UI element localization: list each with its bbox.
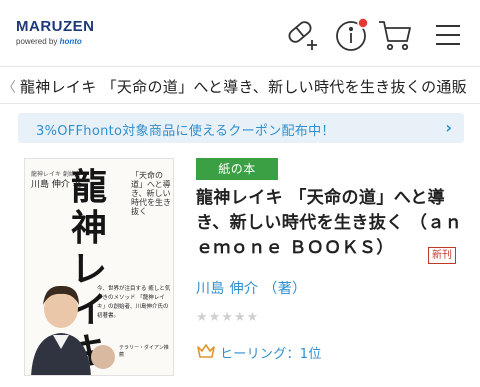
menu-icon[interactable] [428,14,468,54]
book-cover[interactable]: 龍神レイキ 創始者 川島 伸介 著 龍神レイキ 「天命の道」へと導き、新しい時代… [24,158,174,376]
chevron-right-icon: › [445,118,452,137]
info-icon[interactable] [332,14,372,54]
coupon-banner[interactable]: 3%OFFhonto対象商品に使えるクーポン配布中！ › [18,113,464,143]
new-release-badge: 新刊 [428,247,456,264]
endorser-photo [91,345,115,369]
cart-icon[interactable] [375,14,415,54]
chevron-left-icon[interactable]: 〈 [2,77,16,97]
logo-text: MARUZEN [16,18,95,35]
cover-blurb: 今、世界が注目する 癒しと気づきのメソッド 「龍神レイキ」の創始者、川島伸介氏の… [97,286,171,319]
ranking-text[interactable]: ヒーリング：1位 [220,343,322,362]
breadcrumb: 〈 龍神レイキ 「天命の道」へと導き、新しい時代を生き抜くの通販 [0,66,480,104]
product-title: 龍神レイキ 「天命の道」へと導き、新しい時代を生き抜く （ａｎｅｍｏｎｅ ＢＯＯ… [196,188,463,258]
supplement-icon[interactable] [282,14,322,54]
crown-icon [196,341,216,361]
cover-subtitle: 「天命の道」へと導き、新しい時代を生き抜く [131,171,171,216]
author-photo [31,285,91,375]
site-header: MARUZEN powered by honto [0,0,480,66]
maruzen-logo[interactable]: MARUZEN powered by honto [16,19,95,47]
breadcrumb-text: 龍神レイキ 「天命の道」へと導き、新しい時代を生き抜くの通販 [20,78,467,96]
author-link[interactable]: 川島 伸介 （著） [196,278,307,298]
logo-subtext: powered by honto [16,37,82,46]
format-tag: 紙の本 [196,158,278,180]
coupon-banner-text[interactable]: 3%OFFhonto対象商品に使えるクーポン配布中！ [36,120,335,139]
cover-note: テラリー・ダイアン推薦 [119,345,169,358]
rating-stars[interactable]: ★★★★★ [196,310,259,325]
